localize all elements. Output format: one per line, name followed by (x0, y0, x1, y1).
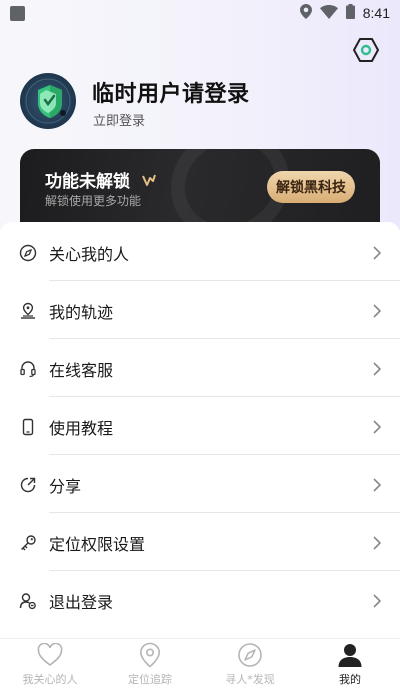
menu-item-share[interactable]: 分享 (0, 456, 400, 514)
menu-item-label: 定位权限设置 (49, 535, 146, 554)
chevron-right-icon (371, 477, 383, 493)
phone-icon (19, 418, 37, 436)
tab-discover[interactable]: 寻人*发现 (200, 639, 300, 690)
location-pin-icon (137, 642, 163, 668)
chevron-right-icon (371, 245, 383, 261)
avatar[interactable] (20, 73, 76, 129)
menu-item-label: 使用教程 (49, 419, 114, 438)
vip-subtitle: 解锁使用更多功能 (45, 194, 142, 208)
menu-item-label: 关心我的人 (49, 245, 130, 264)
menu-item-tutorial[interactable]: 使用教程 (0, 398, 400, 456)
tab-label: 我的 (339, 673, 361, 686)
vip-title-text: 功能未解锁 (45, 172, 130, 192)
vip-card[interactable]: 功能未解锁 解锁使用更多功能 解锁黑科技 (20, 149, 380, 229)
status-right: 8:41 (299, 3, 390, 23)
logout-user-icon (19, 592, 37, 610)
unlock-button[interactable]: 解锁黑科技 (267, 171, 355, 203)
bottom-tab-bar: 我关心的人 定位追踪 寻人*发现 我的 (0, 638, 400, 690)
divider (49, 570, 400, 571)
menu-item-support[interactable]: 在线客服 (0, 340, 400, 398)
location-icon (299, 3, 312, 23)
divider (49, 454, 400, 455)
divider (49, 396, 400, 397)
tab-label: 定位追踪 (128, 673, 172, 686)
menu-item-logout[interactable]: 退出登录 (0, 572, 400, 630)
tab-label: 寻人*发现 (225, 673, 275, 686)
tab-label: 我关心的人 (22, 673, 78, 686)
tab-care[interactable]: 我关心的人 (0, 639, 100, 690)
headset-icon (19, 360, 37, 378)
user-name: 临时用户请登录 (92, 82, 250, 107)
chevron-right-icon (371, 303, 383, 319)
menu-item-care[interactable]: 关心我的人 (0, 224, 400, 282)
vip-badge-icon (142, 172, 156, 192)
divider (49, 338, 400, 339)
status-bar: 8:41 (0, 0, 400, 26)
user-icon (337, 642, 363, 668)
divider (49, 512, 400, 513)
divider (49, 280, 400, 281)
menu-item-permission[interactable]: 定位权限设置 (0, 514, 400, 572)
menu-item-track[interactable]: 我的轨迹 (0, 282, 400, 340)
vip-title: 功能未解锁 (45, 167, 156, 192)
menu-list: 关心我的人 我的轨迹 在线客服 使用教程 分享 定位权限设置 退出登录 (0, 222, 400, 638)
share-icon (19, 476, 37, 494)
chevron-right-icon (371, 593, 383, 609)
tab-mine[interactable]: 我的 (300, 639, 400, 690)
notification-icon (10, 5, 25, 21)
menu-item-label: 退出登录 (49, 593, 114, 612)
track-icon (19, 302, 37, 320)
compass-icon (237, 642, 263, 668)
battery-icon (345, 3, 355, 23)
settings-hex-icon[interactable] (353, 37, 379, 63)
wifi-icon (319, 4, 338, 23)
compass-icon (19, 244, 37, 262)
status-time: 8:41 (362, 5, 390, 21)
chevron-right-icon (371, 361, 383, 377)
chevron-right-icon (371, 535, 383, 551)
heart-icon (37, 642, 63, 668)
menu-item-label: 我的轨迹 (49, 303, 114, 322)
chevron-right-icon (371, 419, 383, 435)
key-icon (19, 534, 37, 552)
tab-tracking[interactable]: 定位追踪 (100, 639, 200, 690)
menu-item-label: 在线客服 (49, 361, 114, 380)
login-link[interactable]: 立即登录 (93, 110, 145, 129)
menu-item-label: 分享 (49, 477, 82, 496)
